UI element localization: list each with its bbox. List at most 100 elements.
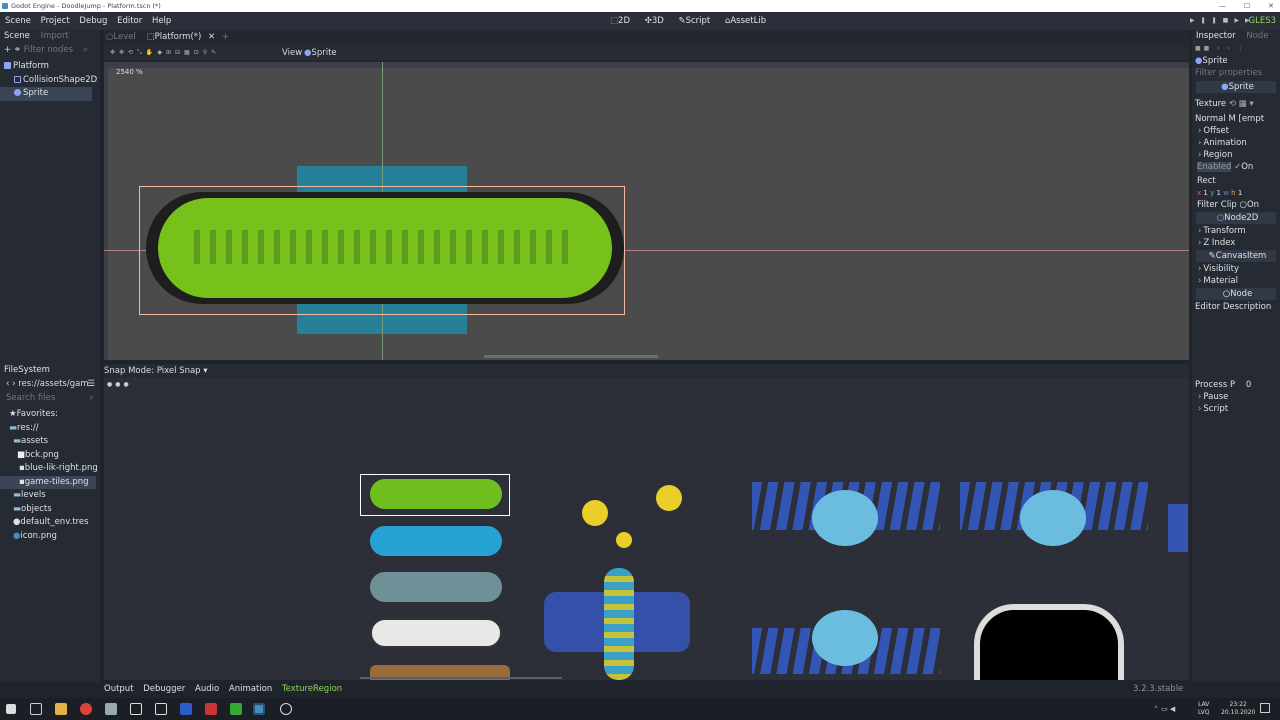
add-node-icon[interactable]: +: [4, 45, 11, 55]
menu-editor[interactable]: Editor: [117, 12, 142, 30]
prop-normal-map[interactable]: Normal M [empt: [1192, 113, 1280, 125]
maximize-icon[interactable]: ☐: [1244, 2, 1250, 10]
language-indicator[interactable]: LAV LVQ: [1198, 701, 1210, 717]
class-header-canvasitem: ✎CanvasItem: [1196, 250, 1276, 262]
menu-help[interactable]: Help: [152, 12, 171, 30]
snap-mode-dropdown[interactable]: Pixel Snap ▾: [157, 366, 208, 376]
workspace-3d[interactable]: ✣3D: [645, 16, 670, 26]
prop-filter-clip[interactable]: Filter Clip ○On: [1192, 199, 1280, 211]
tab-scene[interactable]: Scene: [4, 31, 30, 41]
filter-nodes-input[interactable]: Filter nodes: [24, 45, 73, 55]
section-animation[interactable]: Animation: [1192, 137, 1280, 149]
window-icon[interactable]: [155, 703, 167, 715]
fs-file-blue-lik-right[interactable]: ▪blue-lik-right.png: [0, 462, 100, 476]
notification-icon[interactable]: [1260, 703, 1270, 713]
prop-rect-values[interactable]: x 1 y 1 w h 1: [1192, 187, 1280, 199]
scene-tab-platform[interactable]: ⬚Platform(*) ✕: [147, 32, 216, 42]
tile-white: [370, 618, 502, 648]
sprite-menu[interactable]: ●Sprite: [304, 45, 337, 61]
link-icon[interactable]: ⚭: [14, 45, 21, 55]
fs-file-default-env[interactable]: ●default_env.tres: [0, 516, 100, 530]
section-z-index[interactable]: Z Index: [1192, 237, 1280, 249]
canvas-tools[interactable]: ✥✥⟲⤡✋◆⊞⊟▦⊡⚲✎: [110, 45, 220, 61]
inspector-tabs: Inspector Node: [1192, 30, 1280, 43]
fs-file-icon[interactable]: ●icon.png: [0, 530, 100, 544]
prop-process-priority[interactable]: Process P 0: [1192, 379, 1280, 391]
tab-inspector[interactable]: Inspector: [1196, 31, 1236, 41]
viewport-hscrollbar[interactable]: [484, 355, 658, 358]
godot-taskbar-icon[interactable]: [253, 703, 265, 715]
tree-node-collisionshape2d[interactable]: CollisionShape2D: [0, 74, 100, 88]
menu-scene[interactable]: Scene: [5, 12, 31, 30]
tab-audio[interactable]: Audio: [195, 684, 219, 694]
editor-description-box[interactable]: [1192, 313, 1280, 377]
filesystem-title: FileSystem: [4, 365, 50, 375]
task-view-icon[interactable]: [30, 703, 42, 715]
zoom-level[interactable]: 2540 %: [116, 68, 143, 76]
texture-hscrollbar[interactable]: [360, 677, 562, 679]
close-icon[interactable]: ✕: [1268, 2, 1274, 10]
section-visibility[interactable]: Visibility: [1192, 263, 1280, 275]
play-controls[interactable]: ▶❚❚■▶▶: [1190, 12, 1256, 30]
app-icon-3[interactable]: [205, 703, 217, 715]
view-menu[interactable]: View: [282, 45, 302, 61]
file-explorer-icon[interactable]: [55, 703, 67, 715]
fs-file-bck[interactable]: ■bck.png: [0, 449, 100, 463]
app-icon-2[interactable]: [180, 703, 192, 715]
menu-project[interactable]: Project: [41, 12, 70, 30]
terminal-icon[interactable]: [130, 703, 142, 715]
fs-file-game-tiles[interactable]: ▪game-tiles.png: [0, 475, 96, 489]
zoom-buttons[interactable]: ●●●: [107, 381, 132, 388]
clock[interactable]: 23:22 20.10.2020: [1221, 701, 1255, 717]
prop-editor-description[interactable]: Editor Description: [1192, 301, 1280, 313]
add-scene-icon[interactable]: +: [222, 32, 229, 42]
inspector-toolbar[interactable]: ■■ ‹ › ⋮: [1192, 43, 1280, 55]
section-region[interactable]: Region: [1192, 149, 1280, 161]
fs-folder-objects[interactable]: ▬objects: [0, 503, 100, 517]
workspace-2d[interactable]: ⬚2D: [610, 16, 636, 26]
section-transform[interactable]: Transform: [1192, 225, 1280, 237]
viewport-toolbar: ✥✥⟲⤡✋◆⊞⊟▦⊡⚲✎ View ●Sprite: [104, 45, 1189, 61]
filter-properties-input[interactable]: Filter properties: [1192, 67, 1280, 79]
tab-debugger[interactable]: Debugger: [143, 684, 185, 694]
fs-folder-assets[interactable]: ▬assets: [0, 435, 100, 449]
prop-texture[interactable]: Texture ⟲ ▦ ▾: [1192, 95, 1280, 113]
tab-animation[interactable]: Animation: [229, 684, 272, 694]
tree-node-sprite[interactable]: Sprite: [0, 87, 92, 101]
fs-favorites[interactable]: ★Favorites:: [0, 408, 100, 422]
app-icon-5[interactable]: [280, 703, 292, 715]
tab-output[interactable]: Output: [104, 684, 134, 694]
selection-rect[interactable]: [139, 186, 625, 315]
app-icon-1[interactable]: [105, 703, 117, 715]
section-script[interactable]: Script: [1192, 403, 1280, 415]
scene-tab-level[interactable]: ○Level: [106, 32, 140, 42]
chrome-icon[interactable]: [80, 703, 92, 715]
canvas-viewport[interactable]: 2540 %: [104, 62, 1189, 360]
section-pause[interactable]: Pause: [1192, 391, 1280, 403]
section-offset[interactable]: Offset: [1192, 125, 1280, 137]
butterfly-body: [604, 568, 634, 680]
renderer-label[interactable]: GLES3: [1249, 12, 1277, 30]
tab-node[interactable]: Node: [1246, 31, 1268, 41]
monster-2: [1020, 490, 1086, 546]
minimize-icon[interactable]: —: [1219, 2, 1226, 10]
workspace-script[interactable]: ✎Script: [678, 16, 716, 26]
prop-region-enabled[interactable]: Enabled ✓On: [1192, 161, 1280, 173]
path-field[interactable]: res://assets/gam: [18, 379, 88, 389]
app-icon-4[interactable]: [230, 703, 242, 715]
tab-import[interactable]: Import: [41, 31, 69, 41]
fs-res-root[interactable]: ▬res://: [0, 422, 100, 436]
start-icon[interactable]: [6, 704, 16, 714]
menu-debug[interactable]: Debug: [79, 12, 107, 30]
fs-folder-levels[interactable]: ▬levels: [0, 489, 100, 503]
workspace-assetlib[interactable]: ⌂AssetLib: [725, 16, 772, 26]
tab-textureregion[interactable]: TextureRegion: [282, 684, 342, 694]
texture-region-editor[interactable]: ●●●: [104, 378, 1189, 680]
back-icon[interactable]: ‹ ›: [6, 379, 16, 389]
section-material[interactable]: Material: [1192, 275, 1280, 287]
tree-node-platform[interactable]: Platform: [0, 60, 100, 74]
split-mode-icon[interactable]: ☰: [87, 377, 95, 391]
search-files-input[interactable]: Search files: [6, 393, 55, 403]
inspected-node[interactable]: ●Sprite: [1192, 55, 1280, 67]
tray-icons[interactable]: ⌃ ▭ ◀: [1153, 705, 1175, 713]
